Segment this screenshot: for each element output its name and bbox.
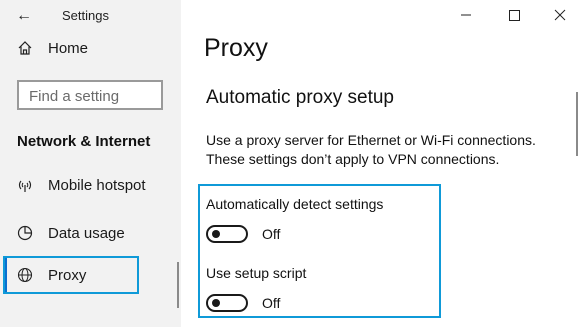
sidebar-scrollbar[interactable]: [177, 262, 179, 308]
sidebar-item-mobile-hotspot[interactable]: Mobile hotspot: [0, 172, 181, 200]
minimize-icon[interactable]: [454, 4, 478, 26]
sidebar-item-label: Data usage: [48, 225, 125, 242]
auto-detect-toggle[interactable]: [206, 225, 248, 243]
section-heading: Network & Internet: [17, 133, 151, 150]
auto-detect-state: Off: [262, 226, 281, 242]
sidebar-item-label: Home: [48, 40, 89, 57]
section-title: Automatic proxy setup: [206, 87, 394, 108]
toggle-knob: [212, 230, 220, 238]
search-placeholder: Find a setting: [29, 88, 120, 105]
app-title: Settings: [62, 8, 109, 23]
description-line: Use a proxy server for Ethernet or Wi-Fi…: [206, 132, 536, 148]
sidebar-item-home[interactable]: Home: [0, 36, 181, 62]
data-usage-icon: [17, 225, 33, 241]
home-icon: [18, 41, 32, 55]
description-line: These settings don’t apply to VPN connec…: [206, 151, 500, 167]
mobile-hotspot-icon: [18, 180, 32, 192]
maximize-icon[interactable]: [502, 4, 526, 26]
arrow-left-icon: ←: [16, 7, 32, 24]
sidebar-item-label: Mobile hotspot: [48, 177, 146, 194]
main-scrollbar[interactable]: [576, 92, 578, 156]
back-button[interactable]: ←: [12, 6, 36, 26]
description: Use a proxy server for Ethernet or Wi-Fi…: [206, 131, 536, 169]
sidebar-item-data-usage[interactable]: Data usage: [0, 220, 181, 248]
auto-detect-label: Automatically detect settings: [206, 196, 384, 212]
page-title: Proxy: [204, 34, 268, 62]
toggle-knob: [212, 299, 220, 307]
setup-script-toggle[interactable]: [206, 294, 248, 312]
proxy-highlight-box: [3, 256, 139, 294]
sidebar: ← Settings Home Find a setting Network &…: [0, 0, 181, 327]
search-input[interactable]: Find a setting: [17, 80, 163, 110]
setup-script-label: Use setup script: [206, 265, 307, 281]
setup-script-state: Off: [262, 295, 281, 311]
close-icon[interactable]: [548, 4, 572, 26]
